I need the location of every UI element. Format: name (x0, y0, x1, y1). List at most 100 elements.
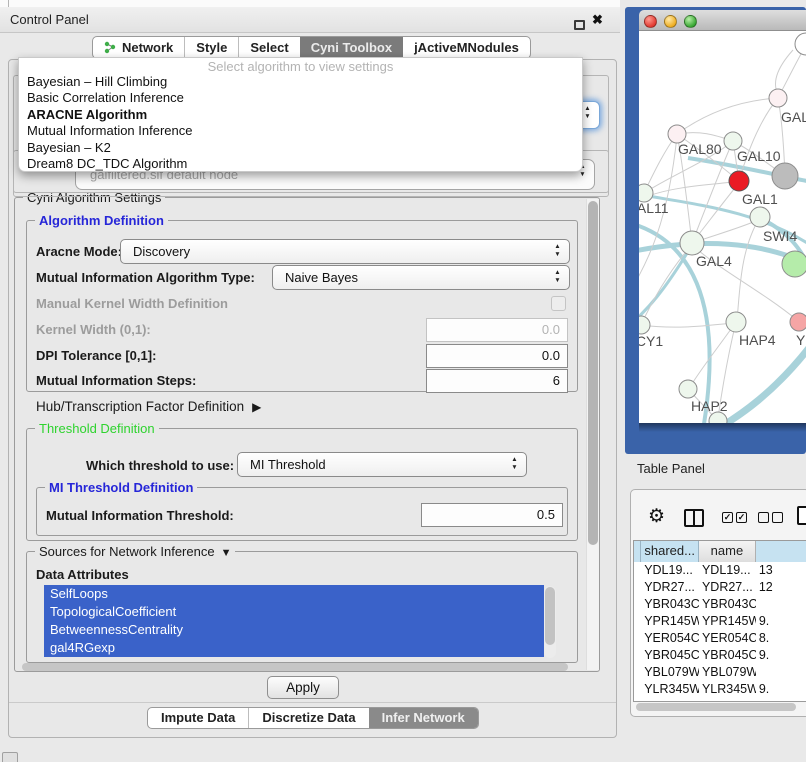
minimize-traffic-light[interactable] (664, 15, 677, 28)
network-edge[interactable] (644, 134, 677, 193)
apply-button[interactable]: Apply (267, 676, 339, 699)
tab-network[interactable]: Network (93, 37, 184, 58)
settings-horizontal-scrollbar[interactable] (22, 663, 568, 671)
mi-steps-field[interactable]: 6 (426, 369, 568, 393)
network-node[interactable] (680, 231, 704, 255)
float-window-icon[interactable] (574, 20, 585, 30)
network-node[interactable] (782, 251, 806, 277)
control-panel-tabs: Network Style Select Cyni Toolbox jActiv… (92, 36, 531, 59)
document-icon[interactable] (797, 506, 806, 525)
network-canvas[interactable]: GALGAL80GAL10GAL1GAL11SWI4GAL4GCY1HAP4YH… (639, 31, 806, 423)
network-node[interactable] (750, 207, 770, 227)
aracne-mode-combobox[interactable]: Discovery (120, 239, 570, 264)
table-row[interactable]: YIL052CYIL052C9 (634, 698, 806, 702)
select-all-check-icon[interactable]: ✓ (736, 512, 747, 523)
row-handle-column-header[interactable] (634, 541, 641, 562)
which-threshold-combobox[interactable]: MI Threshold (237, 452, 527, 477)
deselect-all-icon[interactable] (758, 512, 769, 523)
tab-discretize-data[interactable]: Discretize Data (248, 708, 368, 728)
table-cell: YDL19... (699, 562, 756, 579)
top-strip (0, 0, 620, 7)
deselect-all-icon[interactable] (772, 512, 783, 523)
node-label: HAP2 (691, 398, 728, 414)
tab-style[interactable]: Style (184, 37, 238, 58)
table-row[interactable]: YDL19...YDL19...13 (634, 562, 806, 579)
table-cell: 9. (756, 613, 806, 630)
network-graph: GALGAL80GAL10GAL1GAL11SWI4GAL4GCY1HAP4YH… (639, 31, 806, 423)
spinner-arrows-icon (553, 243, 562, 259)
dpi-tolerance-field[interactable]: 0.0 (426, 344, 568, 368)
table-horizontal-scrollbar[interactable] (636, 703, 796, 711)
algorithm-definition-title: Algorithm Definition (35, 213, 168, 228)
sources-title[interactable]: Sources for Network Inference▼ (35, 544, 235, 561)
table-row[interactable]: YBR045CYBR045C9. (634, 647, 806, 664)
tab-cyni-toolbox[interactable]: Cyni Toolbox (300, 37, 403, 58)
mi-threshold-title: MI Threshold Definition (45, 480, 197, 495)
kernel-width-label: Kernel Width (0,1): (36, 322, 151, 337)
window-shadow (639, 423, 806, 432)
table-header-row: shared... name (634, 541, 806, 562)
network-edge[interactable] (641, 323, 734, 327)
attributes-scrollbar-thumb[interactable] (545, 587, 555, 645)
mi-type-combobox[interactable]: Naive Bayes (272, 265, 570, 290)
table-cell: YBR045C (641, 647, 699, 664)
column-header-shared-name[interactable]: shared... (641, 541, 699, 562)
network-node[interactable] (726, 312, 746, 332)
table-cell: 12 (756, 579, 806, 596)
network-node[interactable] (790, 313, 806, 331)
column-header-clipped[interactable] (756, 541, 806, 562)
zoom-traffic-light[interactable] (684, 15, 697, 28)
attribute-list-item[interactable]: TopologicalCoefficient (44, 603, 544, 621)
table-row[interactable]: YBR043CYBR043C (634, 596, 806, 613)
column-header-name[interactable]: name (699, 541, 756, 562)
table-cell: 13 (756, 562, 806, 579)
table-row[interactable]: YBL079WYBL079W (634, 664, 806, 681)
table-row[interactable]: YLR345WYLR345W9. (634, 681, 806, 698)
table-row[interactable]: YPR145WYPR145W9. (634, 613, 806, 630)
tab-jactivemnodules[interactable]: jActiveMNodules (403, 37, 530, 58)
select-all-check-icon[interactable]: ✓ (722, 512, 733, 523)
attribute-list-item[interactable]: gal4RGexp (44, 639, 544, 657)
algorithm-option[interactable]: Mutual Information Inference (19, 123, 582, 139)
algorithm-option[interactable]: Bayesian – K2 (19, 140, 582, 156)
panel-title: Control Panel (10, 7, 89, 33)
tab-impute-data[interactable]: Impute Data (148, 708, 248, 728)
network-edge[interactable] (737, 217, 760, 320)
network-node[interactable] (729, 171, 749, 191)
algorithm-option[interactable]: ARACNE Algorithm (19, 107, 582, 123)
network-node[interactable] (795, 33, 806, 55)
attribute-list-item[interactable]: BetweennessCentrality (44, 621, 544, 639)
table-row[interactable]: YER054CYER054C8. (634, 630, 806, 647)
network-node[interactable] (679, 380, 697, 398)
algorithm-option[interactable]: Bayesian – Hill Climbing (19, 74, 582, 90)
network-edge[interactable] (677, 98, 778, 134)
algorithm-option[interactable]: Dream8 DC_TDC Algorithm (19, 156, 582, 172)
table-cell (756, 596, 806, 613)
kernel-width-field: 0.0 (426, 318, 568, 342)
gear-icon[interactable]: ⚙ (648, 505, 665, 528)
network-node[interactable] (772, 163, 798, 189)
tab-network-label: Network (122, 37, 173, 58)
tab-select[interactable]: Select (238, 37, 299, 58)
node-table[interactable]: shared... name YDL19...YDL19...13YDR27..… (633, 540, 806, 702)
spinner-arrows-icon (510, 456, 519, 472)
close-icon[interactable]: ✖ (592, 12, 603, 28)
network-node[interactable] (769, 89, 787, 107)
table-row[interactable]: YDR27...YDR27...12 (634, 579, 806, 596)
tab-infer-network[interactable]: Infer Network (369, 708, 478, 728)
node-label: SWI4 (763, 228, 797, 244)
mi-threshold-field[interactable]: 0.5 (421, 503, 563, 527)
network-edge[interactable] (648, 181, 739, 196)
threshold-definition-title: Threshold Definition (35, 421, 159, 436)
algorithm-option[interactable]: Basic Correlation Inference (19, 90, 582, 106)
settings-vertical-scrollbar-thumb[interactable] (588, 201, 598, 545)
collapsed-panel-icon[interactable] (2, 752, 18, 762)
spinner-arrows-icon (553, 269, 562, 285)
hub-definition-expander[interactable]: Hub/Transcription Factor Definition▶ (36, 399, 261, 414)
network-edge[interactable] (639, 245, 692, 330)
popup-prompt: Select algorithm to view settings (19, 59, 582, 74)
attribute-list-item[interactable]: SelfLoops (44, 585, 544, 603)
network-node[interactable] (639, 316, 650, 334)
close-traffic-light[interactable] (644, 15, 657, 28)
node-label: Y (796, 332, 806, 348)
